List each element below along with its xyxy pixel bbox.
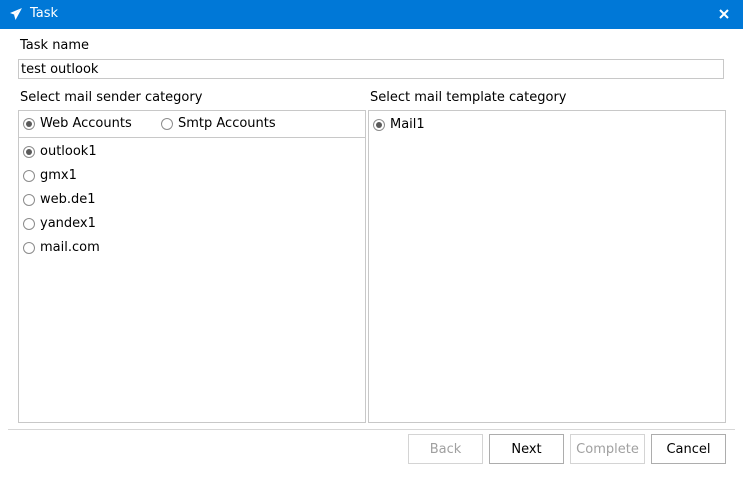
- close-icon[interactable]: [717, 7, 731, 21]
- task-dialog: Task Task name Select mail sender catego…: [0, 0, 743, 477]
- template-label: Mail1: [390, 117, 425, 132]
- title-bar: Task: [0, 0, 743, 29]
- account-label: yandex1: [40, 216, 96, 231]
- account-label: web.de1: [40, 192, 96, 207]
- radio-indicator: [23, 241, 35, 254]
- complete-button[interactable]: Complete: [570, 434, 645, 464]
- account-outlook1-radio[interactable]: outlook1: [23, 144, 97, 159]
- template-mail1-radio[interactable]: Mail1: [373, 117, 425, 132]
- cancel-button[interactable]: Cancel: [651, 434, 726, 464]
- account-yandex1-radio[interactable]: yandex1: [23, 216, 96, 231]
- web-accounts-label: Web Accounts: [40, 116, 132, 131]
- footer-divider: [8, 429, 735, 430]
- account-gmx1-radio[interactable]: gmx1: [23, 168, 77, 183]
- account-label: gmx1: [40, 168, 77, 183]
- task-name-input[interactable]: [18, 59, 724, 79]
- radio-indicator: [23, 193, 35, 206]
- window-title: Task: [30, 6, 59, 21]
- radio-indicator: [23, 169, 35, 182]
- back-button[interactable]: Back: [408, 434, 483, 464]
- sender-category-label: Select mail sender category: [20, 90, 203, 105]
- template-panel: Mail1: [368, 110, 726, 423]
- account-list: outlook1 gmx1 web.de1 yandex1 mail.com: [19, 137, 365, 422]
- radio-indicator: [23, 117, 35, 130]
- paper-plane-icon: [10, 8, 22, 20]
- account-webde1-radio[interactable]: web.de1: [23, 192, 96, 207]
- sender-panel: Web Accounts Smtp Accounts outlook1 gmx1…: [18, 110, 366, 423]
- template-category-label: Select mail template category: [370, 90, 567, 105]
- radio-indicator: [23, 217, 35, 230]
- smtp-accounts-radio[interactable]: Smtp Accounts: [161, 116, 276, 131]
- next-button[interactable]: Next: [489, 434, 564, 464]
- web-accounts-radio[interactable]: Web Accounts: [23, 116, 132, 131]
- radio-indicator: [23, 145, 35, 158]
- account-label: outlook1: [40, 144, 97, 159]
- account-label: mail.com: [40, 240, 100, 255]
- task-name-label: Task name: [20, 38, 90, 53]
- radio-indicator: [161, 117, 173, 130]
- radio-indicator: [373, 118, 385, 131]
- smtp-accounts-label: Smtp Accounts: [178, 116, 276, 131]
- account-mailcom-radio[interactable]: mail.com: [23, 240, 100, 255]
